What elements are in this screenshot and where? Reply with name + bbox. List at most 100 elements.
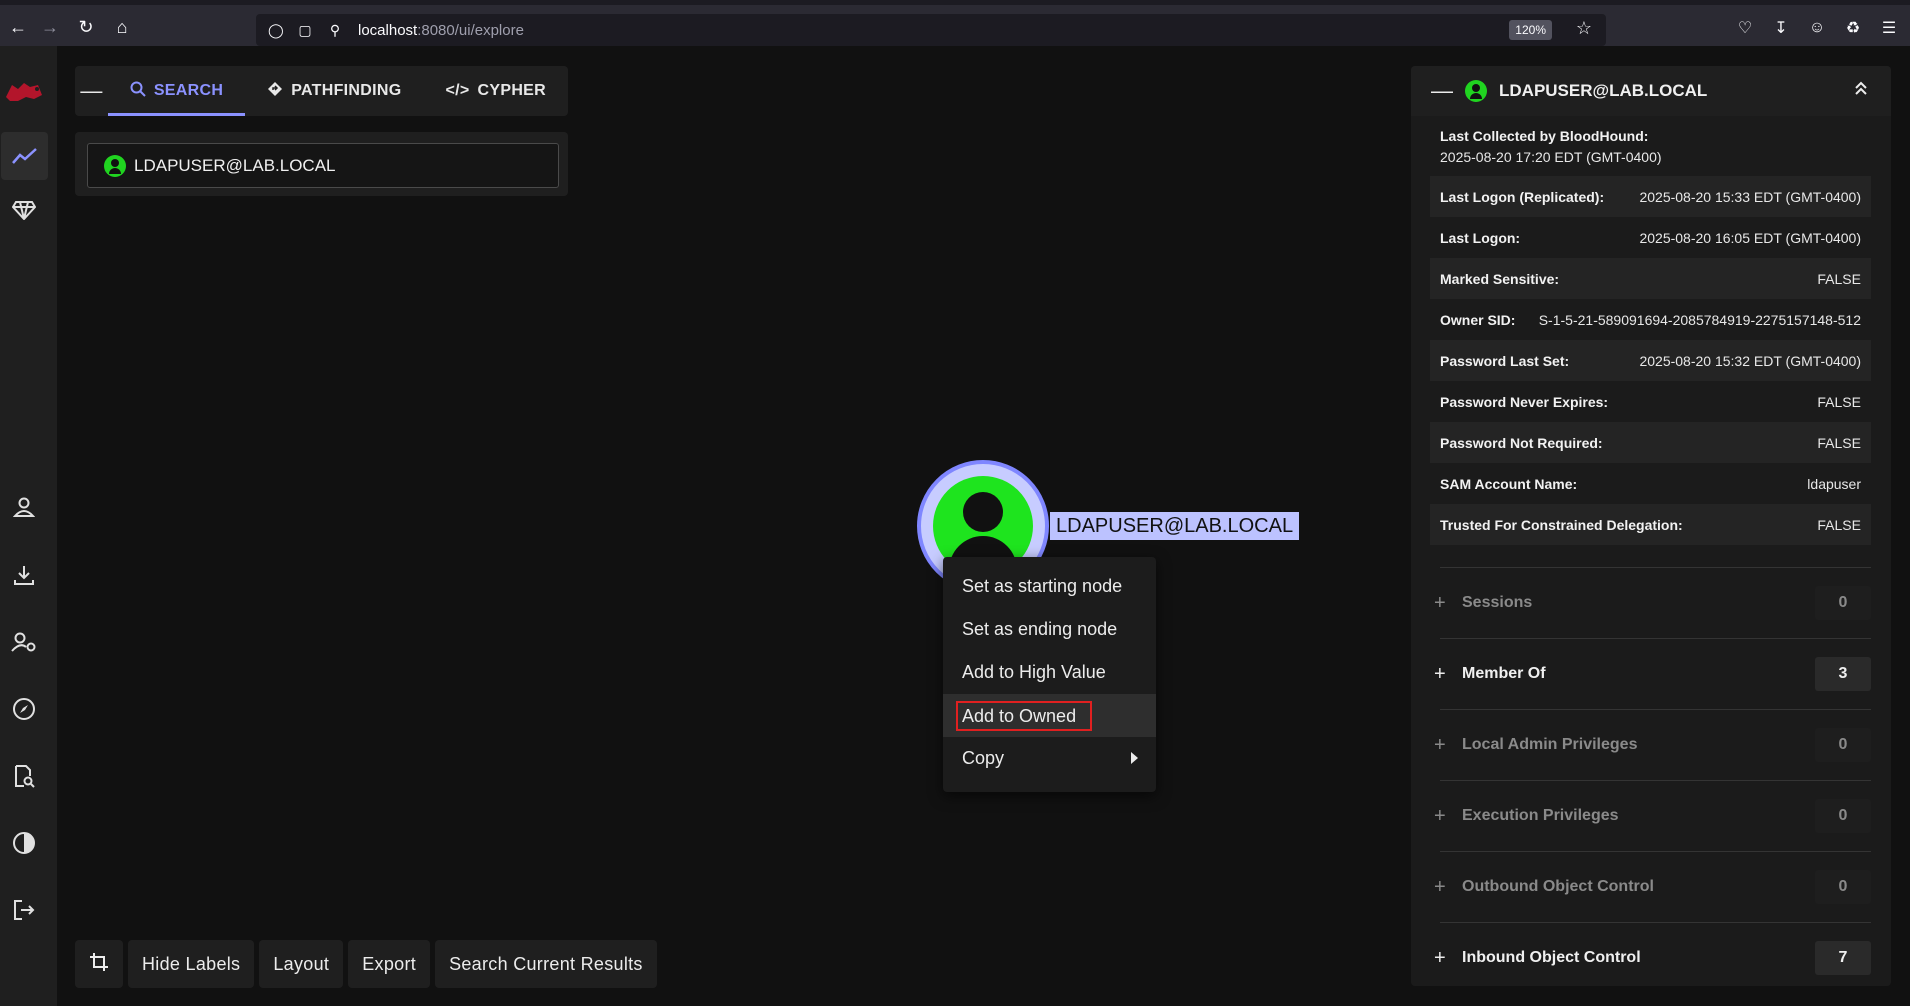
logout-icon[interactable]: [0, 886, 48, 934]
section-label: Sessions: [1462, 594, 1533, 611]
menu-item-add-to-high-value[interactable]: Add to High Value: [943, 651, 1156, 694]
expand-plus-icon: +: [1434, 662, 1446, 685]
property-row: Password Never Expires: FALSE: [1430, 381, 1871, 422]
reload-icon[interactable]: ↻: [68, 9, 104, 45]
menu-icon[interactable]: ☰: [1878, 15, 1900, 41]
collapse-panel-button[interactable]: —: [1431, 78, 1459, 104]
gem-icon[interactable]: [0, 186, 48, 234]
property-row: Owner SID: S-1-5-21-589091694-2085784919-…: [1430, 299, 1871, 340]
property-row: Marked Sensitive: FALSE: [1430, 258, 1871, 299]
shield-icon[interactable]: ◯: [268, 22, 284, 39]
property-value: 2025-08-20 17:20 EDT (GMT-0400): [1440, 149, 1662, 165]
extensions-icon[interactable]: ♻: [1842, 15, 1864, 41]
property-value: FALSE: [1817, 516, 1861, 533]
section-label: Outbound Object Control: [1462, 878, 1654, 895]
browser-toolbar: ← → ↻ ⌂ ◯ ▢ ⚲ localhost:8080/ui/explore …: [0, 0, 1910, 46]
expand-plus-icon: +: [1434, 733, 1446, 756]
tab-pathfinding-label: PATHFINDING: [291, 82, 402, 99]
search-input-value[interactable]: LDAPUSER@LAB.LOCAL: [134, 156, 336, 176]
hide-labels-button[interactable]: Hide Labels: [128, 940, 255, 988]
section-inbound-object-control[interactable]: + Inbound Object Control 7: [1434, 922, 1871, 986]
menu-item-copy[interactable]: Copy: [943, 737, 1156, 780]
forward-icon[interactable]: →: [32, 9, 68, 45]
dark-mode-icon[interactable]: [0, 819, 48, 867]
property-row: Trusted For Constrained Delegation: FALSE: [1430, 504, 1871, 545]
menu-item-add-to-owned[interactable]: Add to Owned: [943, 694, 1156, 737]
section-label: Member Of: [1462, 665, 1546, 682]
property-row: Last Logon: 2025-08-20 16:05 EDT (GMT-040…: [1430, 217, 1871, 258]
property-key: Password Last Set:: [1440, 352, 1570, 369]
section-count-badge: 0: [1815, 799, 1871, 833]
property-value: 2025-08-20 16:05 EDT (GMT-0400): [1639, 229, 1861, 246]
section-outbound-object-control[interactable]: + Outbound Object Control 0: [1434, 851, 1871, 922]
layout-button[interactable]: Layout: [259, 940, 344, 988]
menu-item-set-ending-node[interactable]: Set as ending node: [943, 608, 1156, 651]
page-icon: ▢: [298, 21, 312, 38]
section-label: Inbound Object Control: [1462, 949, 1641, 966]
section-count-badge: 0: [1815, 870, 1871, 904]
user-node-icon: [104, 154, 126, 177]
property-value: FALSE: [1817, 270, 1861, 287]
property-row: Password Not Required: FALSE: [1430, 422, 1871, 463]
section-sessions[interactable]: + Sessions 0: [1434, 567, 1871, 638]
property-row: Last Logon (Replicated): 2025-08-20 15:33…: [1430, 176, 1871, 217]
user-icon[interactable]: [0, 483, 48, 531]
search-panel: LDAPUSER@LAB.LOCAL: [75, 132, 568, 196]
menu-item-label: Add to Owned: [956, 700, 1093, 731]
document-search-icon[interactable]: [0, 752, 48, 800]
search-icon: [130, 81, 146, 102]
property-key: Owner SID:: [1440, 311, 1516, 328]
crop-button[interactable]: [75, 940, 123, 988]
section-label: Local Admin Privileges: [1462, 736, 1638, 753]
property-value: FALSE: [1817, 434, 1861, 451]
bookmark-star-icon[interactable]: ☆: [1576, 18, 1592, 39]
compass-icon[interactable]: [0, 685, 48, 733]
relationship-sections: + Sessions 0 + Member Of 3 + Local Admin Priv…: [1430, 567, 1871, 986]
chevron-up-icon[interactable]: [1853, 80, 1869, 101]
key-icon[interactable]: ⚲: [328, 22, 342, 39]
menu-item-label: Add to High Value: [962, 662, 1106, 682]
tab-cypher[interactable]: </> CYPHER: [423, 66, 568, 116]
entity-info-panel: — LDAPUSER@LAB.LOCAL Last Collected by B…: [1411, 66, 1891, 986]
property-value: S-1-5-21-589091694-2085784919-2275157148…: [1538, 311, 1861, 328]
explore-graph-icon[interactable]: [1, 132, 48, 180]
user-settings-icon[interactable]: [0, 618, 48, 666]
bloodhound-logo-icon[interactable]: [0, 68, 48, 116]
export-button[interactable]: Export: [348, 940, 431, 988]
search-current-results-button[interactable]: Search Current Results: [435, 940, 657, 988]
downloads-icon[interactable]: ↧: [1770, 15, 1792, 41]
property-key: Trusted For Constrained Delegation:: [1440, 516, 1683, 533]
download-icon[interactable]: [0, 551, 48, 599]
property-key: Password Never Expires:: [1440, 393, 1609, 410]
graph-toolbar: Hide Labels Layout Export Search Current…: [75, 940, 657, 988]
search-input[interactable]: LDAPUSER@LAB.LOCAL: [87, 143, 559, 188]
tab-pathfinding[interactable]: PATHFINDING: [245, 66, 423, 116]
home-icon[interactable]: ⌂: [104, 9, 140, 45]
property-key: Last Logon (Replicated):: [1440, 188, 1605, 205]
collapse-search-button[interactable]: —: [75, 66, 108, 116]
graph-node-label[interactable]: LDAPUSER@LAB.LOCAL: [1050, 512, 1300, 540]
back-icon[interactable]: ←: [0, 9, 36, 45]
address-bar[interactable]: ◯ ▢ ⚲ localhost:8080/ui/explore 120% ☆: [256, 14, 1606, 46]
user-node-icon: [1465, 80, 1487, 102]
url-text[interactable]: localhost:8080/ui/explore: [358, 22, 524, 39]
account-icon[interactable]: ☺: [1806, 15, 1828, 41]
tab-cypher-label: CYPHER: [477, 82, 546, 99]
property-value: ldapuser: [1807, 475, 1861, 492]
node-context-menu: Set as starting node Set as ending node …: [943, 557, 1156, 792]
menu-item-label: Set as ending node: [962, 619, 1118, 639]
property-key: Last Logon:: [1440, 229, 1521, 246]
zoom-level[interactable]: 120%: [1509, 20, 1552, 40]
tab-search[interactable]: SEARCH: [107, 66, 246, 116]
property-key: Marked Sensitive:: [1440, 270, 1560, 287]
property-row: Password Last Set: 2025-08-20 15:32 EDT (…: [1430, 340, 1871, 381]
section-count-badge: 3: [1815, 657, 1871, 691]
menu-item-set-starting-node[interactable]: Set as starting node: [943, 565, 1156, 608]
code-icon: </>: [445, 82, 470, 99]
expand-plus-icon: +: [1434, 875, 1446, 898]
section-count-badge: 0: [1815, 728, 1871, 762]
section-execution-privileges[interactable]: + Execution Privileges 0: [1434, 780, 1871, 851]
section-local-admin-privileges[interactable]: + Local Admin Privileges 0: [1434, 709, 1871, 780]
section-member-of[interactable]: + Member Of 3: [1434, 638, 1871, 709]
pocket-icon[interactable]: ♡: [1734, 15, 1756, 41]
